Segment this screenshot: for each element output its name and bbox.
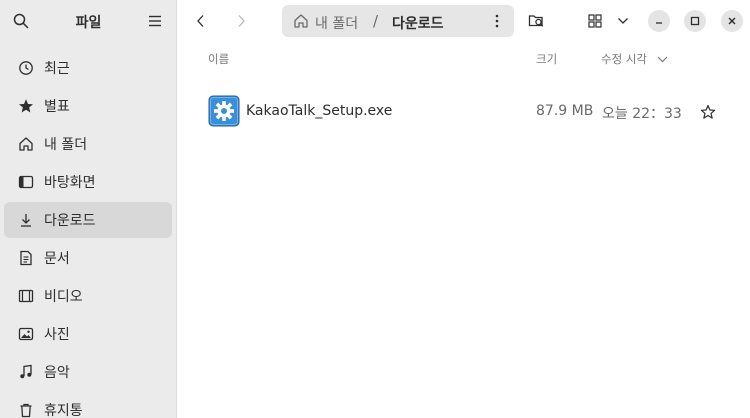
sidebar-item-label: 휴지통 bbox=[44, 403, 83, 418]
sidebar-header: 파일 bbox=[0, 0, 177, 42]
sidebar-item-label: 사진 bbox=[44, 327, 70, 343]
forward-button[interactable] bbox=[228, 8, 254, 34]
minimize-icon bbox=[656, 22, 662, 24]
clock-icon bbox=[16, 58, 36, 78]
sidebar-item-label: 내 폴더 bbox=[44, 137, 88, 153]
sidebar-item-documents[interactable]: 문서 bbox=[4, 240, 172, 276]
column-header-modified-label: 수정 시각 bbox=[601, 52, 647, 66]
file-modified: 오늘 22：33 bbox=[602, 106, 682, 122]
column-header-name[interactable]: 이름 bbox=[208, 51, 229, 67]
sidebar-item-starred[interactable]: 별표 bbox=[4, 88, 172, 124]
sidebar-item-label: 문서 bbox=[44, 251, 70, 267]
sidebar-item-videos[interactable]: 비디오 bbox=[4, 278, 172, 314]
sidebar-item-downloads[interactable]: 다운로드 bbox=[4, 202, 172, 238]
close-icon bbox=[728, 17, 736, 25]
desktop-icon bbox=[16, 172, 36, 192]
star-toggle-button[interactable] bbox=[698, 102, 718, 122]
sidebar-item-pictures[interactable]: 사진 bbox=[4, 316, 172, 352]
sort-descending-icon bbox=[657, 56, 668, 63]
path-segment-current[interactable]: 다운로드 bbox=[392, 13, 444, 33]
sidebar-item-label: 별표 bbox=[44, 99, 70, 115]
path-bar[interactable]: 내 폴더 / 다운로드 bbox=[282, 5, 514, 37]
path-separator: / bbox=[373, 12, 379, 30]
sidebar-item-label: 최근 bbox=[44, 61, 70, 77]
path-menu-button[interactable] bbox=[488, 12, 506, 30]
view-options-button[interactable] bbox=[610, 8, 636, 34]
executable-gear-icon bbox=[208, 95, 240, 127]
view-grid-button[interactable] bbox=[582, 8, 608, 34]
star-outline-icon bbox=[700, 104, 716, 119]
close-button[interactable] bbox=[721, 10, 743, 32]
file-size: 87.9 MB bbox=[536, 103, 594, 119]
main-menu-button[interactable] bbox=[144, 10, 166, 32]
maximize-icon bbox=[690, 16, 700, 26]
video-icon bbox=[16, 286, 36, 306]
vertical-dots-icon bbox=[495, 14, 499, 28]
trash-icon bbox=[16, 400, 36, 418]
home-icon bbox=[292, 12, 310, 30]
document-icon bbox=[16, 248, 36, 268]
chevron-left-icon bbox=[197, 15, 204, 27]
column-header-size[interactable]: 크기 bbox=[536, 51, 557, 67]
sidebar-item-label: 음악 bbox=[44, 365, 70, 381]
grid-icon bbox=[588, 14, 602, 28]
chevron-down-icon bbox=[618, 18, 628, 24]
sidebar-item-music[interactable]: 음악 bbox=[4, 354, 172, 390]
minimize-button[interactable] bbox=[648, 10, 670, 32]
maximize-button[interactable] bbox=[684, 10, 706, 32]
sidebar-item-recent[interactable]: 최근 bbox=[4, 50, 172, 86]
path-segment-home[interactable]: 내 폴더 bbox=[315, 13, 358, 33]
sidebar-item-label: 다운로드 bbox=[44, 213, 96, 229]
sidebar: 파일 최근 별표 내 폴더 바탕화면 다운로드 문서 비디오 사진 음악 휴지통 bbox=[0, 0, 177, 418]
hamburger-icon bbox=[149, 15, 161, 27]
search-location-button[interactable] bbox=[524, 8, 550, 34]
back-button[interactable] bbox=[188, 8, 214, 34]
sidebar-item-label: 바탕화면 bbox=[44, 175, 96, 191]
sidebar-item-desktop[interactable]: 바탕화면 bbox=[4, 164, 172, 200]
sidebar-item-label: 비디오 bbox=[44, 289, 83, 305]
column-header-modified[interactable]: 수정 시각 bbox=[601, 51, 668, 67]
header-bar: 내 폴더 / 다운로드 bbox=[178, 0, 750, 42]
sidebar-item-home[interactable]: 내 폴더 bbox=[4, 126, 172, 162]
picture-icon bbox=[16, 324, 36, 344]
home-icon bbox=[16, 134, 36, 154]
music-icon bbox=[16, 362, 36, 382]
star-icon bbox=[16, 96, 36, 116]
folder-search-icon bbox=[528, 15, 544, 27]
file-name: KakaoTalk_Setup.exe bbox=[246, 103, 393, 119]
download-icon bbox=[16, 210, 36, 230]
chevron-right-icon bbox=[238, 15, 245, 27]
file-row[interactable]: KakaoTalk_Setup.exe 87.9 MB 오늘 22：33 bbox=[200, 92, 734, 132]
sidebar-item-trash[interactable]: 휴지통 bbox=[4, 392, 172, 418]
